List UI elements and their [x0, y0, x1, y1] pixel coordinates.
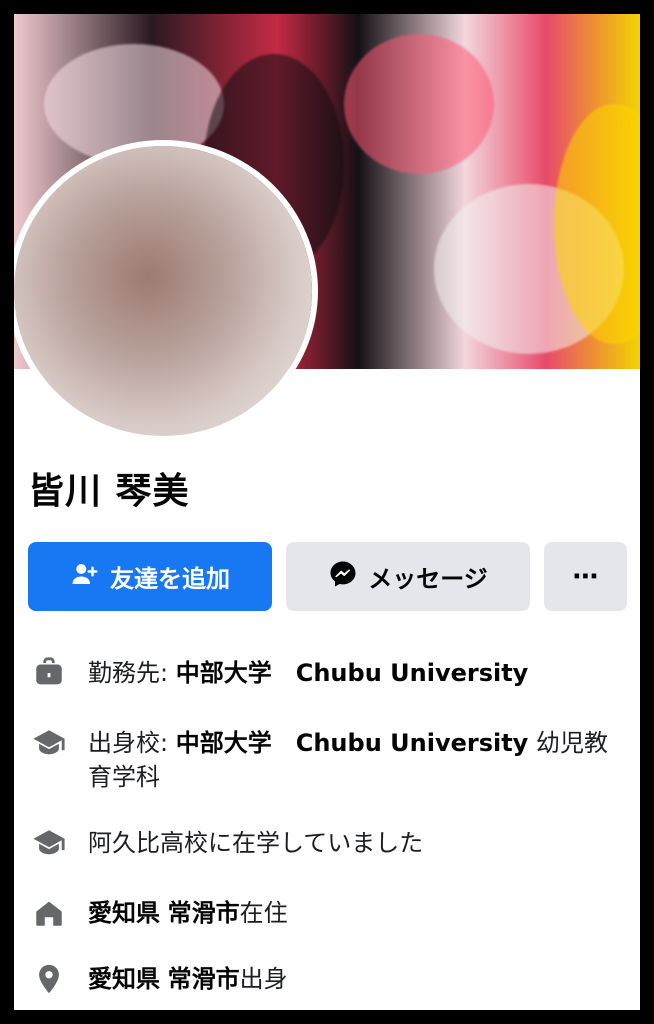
- lives-in-pref[interactable]: 愛知県: [88, 899, 160, 927]
- briefcase-icon: [30, 656, 68, 690]
- about-education-row: 出身校: 中部大学 Chubu University 幼児教育学科: [30, 726, 626, 794]
- graduation-cap-icon: [30, 826, 68, 860]
- education-value[interactable]: 中部大学 Chubu University: [176, 729, 529, 757]
- profile-avatar[interactable]: [14, 146, 312, 436]
- messenger-icon: [328, 559, 358, 595]
- about-high-school-row: 阿久比高校に在学していました: [30, 826, 626, 860]
- about-from-text: 愛知県 常滑市出身: [88, 962, 626, 996]
- profile-name: 皆川 琴美: [28, 471, 190, 512]
- message-button[interactable]: メッセージ: [286, 542, 530, 611]
- add-friend-button[interactable]: 友達を追加: [28, 542, 272, 611]
- lives-in-city[interactable]: 常滑市: [168, 899, 240, 927]
- about-work-row: 勤務先: 中部大学 Chubu University: [30, 656, 626, 690]
- home-icon: [30, 896, 68, 930]
- about-lives-in-text: 愛知県 常滑市在住: [88, 896, 626, 930]
- cover-photo-blob: [44, 44, 224, 164]
- about-high-school-text: 阿久比高校に在学していました: [88, 826, 626, 860]
- message-label: メッセージ: [368, 565, 488, 593]
- from-pref[interactable]: 愛知県: [88, 965, 160, 993]
- user-plus-icon: [70, 559, 100, 595]
- cover-photo-blob: [344, 34, 494, 174]
- work-value[interactable]: 中部大学 Chubu University: [176, 659, 529, 687]
- profile-screen: 皆川 琴美 友達を追加 メッセージ ⋯ 勤務先: 中部大学 Chubu Univ…: [14, 14, 640, 1010]
- high-school-value: 阿久比高校に在学していました: [88, 829, 424, 857]
- location-pin-icon: [30, 962, 68, 996]
- about-work-text: 勤務先: 中部大学 Chubu University: [88, 656, 626, 690]
- more-options-button[interactable]: ⋯: [544, 542, 627, 611]
- graduation-cap-icon: [30, 726, 68, 760]
- education-prefix: 出身校:: [88, 729, 169, 757]
- about-from-row: 愛知県 常滑市出身: [30, 962, 626, 996]
- lives-in-suffix: 在住: [239, 899, 288, 927]
- add-friend-label: 友達を追加: [110, 565, 230, 593]
- about-lives-in-row: 愛知県 常滑市在住: [30, 896, 626, 930]
- ellipsis-icon: ⋯: [572, 561, 599, 592]
- from-city[interactable]: 常滑市: [168, 965, 240, 993]
- from-suffix: 出身: [239, 965, 288, 993]
- about-education-text: 出身校: 中部大学 Chubu University 幼児教育学科: [88, 726, 626, 794]
- work-prefix: 勤務先:: [88, 659, 169, 687]
